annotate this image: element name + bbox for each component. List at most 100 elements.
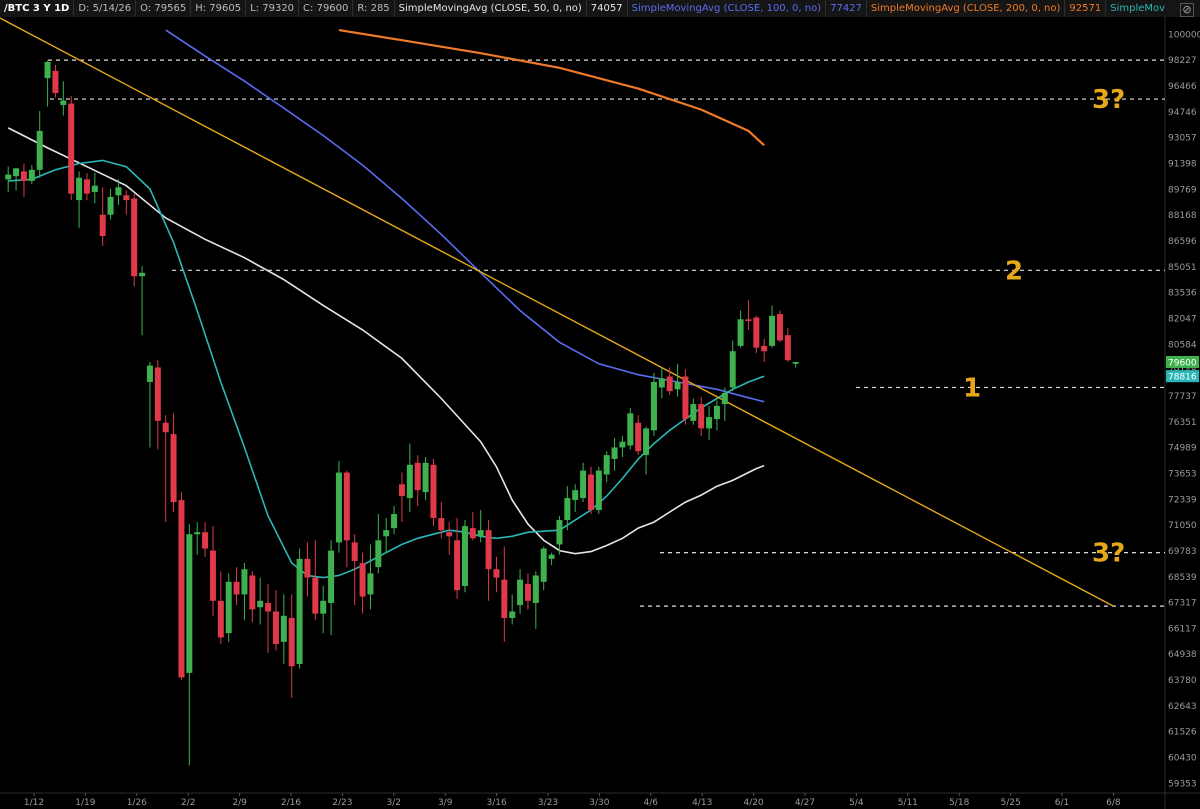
candle-body: [454, 540, 461, 591]
y-tick-label: 72339: [1168, 495, 1197, 505]
candle-body: [115, 187, 122, 196]
x-tick-label: 3/23: [538, 798, 558, 808]
candle-body: [304, 558, 311, 578]
candle-body: [343, 472, 350, 541]
candle-body: [729, 351, 736, 388]
candle-body: [524, 583, 531, 601]
candle-body: [603, 455, 610, 475]
candle-body: [713, 405, 720, 420]
candle-body: [83, 179, 90, 194]
candle-body: [13, 168, 20, 177]
x-tick-label: 1/26: [127, 798, 147, 808]
candle-body: [493, 569, 500, 578]
candle-body: [139, 272, 146, 277]
price-badge-label: 78816: [1168, 373, 1197, 383]
y-tick-label: 93057: [1168, 134, 1197, 144]
candle-body: [580, 470, 587, 499]
candle-body: [650, 381, 657, 431]
y-tick-label: 77737: [1168, 392, 1197, 402]
candle-body: [745, 319, 752, 322]
y-tick-label: 88168: [1168, 211, 1197, 221]
y-tick-label: 67317: [1168, 599, 1197, 609]
candle-body: [391, 514, 398, 529]
y-tick-label: 96466: [1168, 82, 1197, 92]
level-annotation: 1: [963, 373, 981, 403]
candle-body: [635, 422, 642, 452]
candle-body: [99, 214, 106, 237]
y-tick-label: 91398: [1168, 160, 1197, 170]
x-tick-label: 4/20: [743, 798, 763, 808]
level-annotation: 3?: [1092, 539, 1125, 569]
candle-body: [28, 169, 35, 181]
candle-body: [68, 103, 75, 194]
x-tick-label: 5/25: [1000, 798, 1020, 808]
candle-body: [375, 540, 382, 568]
level-annotation: 2: [1005, 256, 1023, 286]
candle-body: [477, 530, 484, 537]
x-tick-label: 6/1: [1055, 798, 1069, 808]
candle-body: [162, 422, 169, 433]
candle-body: [540, 548, 547, 582]
candle-body: [265, 602, 272, 612]
candle-body: [406, 464, 413, 499]
candle-body: [383, 530, 390, 537]
candle-body: [517, 579, 524, 606]
candle-body: [698, 404, 705, 429]
candle-body: [674, 381, 681, 390]
candle-body: [564, 498, 571, 521]
y-tick-label: 71050: [1168, 521, 1197, 531]
x-tick-label: 5/11: [898, 798, 918, 808]
candle-body: [272, 611, 279, 645]
candle-body: [556, 520, 563, 545]
y-tick-label: 73653: [1168, 469, 1197, 479]
x-tick-label: 2/23: [332, 798, 352, 808]
y-tick-label: 94746: [1168, 108, 1197, 118]
candle-body: [123, 195, 130, 201]
candle-body: [658, 378, 665, 388]
x-tick-label: 2/9: [232, 798, 247, 808]
candle-body: [509, 611, 516, 618]
x-tick-label: 3/30: [589, 798, 609, 808]
candle-body: [438, 518, 445, 531]
candle-body: [225, 581, 232, 634]
y-tick-label: 76351: [1168, 418, 1197, 428]
candle-body: [202, 532, 209, 549]
candle-body: [52, 70, 59, 94]
candle-body: [296, 558, 303, 664]
candle-body: [572, 490, 579, 501]
x-tick-label: 1/19: [75, 798, 95, 808]
candle-body: [257, 600, 264, 608]
y-tick-label: 62643: [1168, 702, 1197, 712]
candle-body: [170, 434, 177, 503]
y-tick-label: 86596: [1168, 237, 1197, 247]
price-badge-label: 79600: [1168, 358, 1197, 368]
y-tick-label: 59353: [1168, 779, 1197, 789]
candle-body: [76, 177, 83, 201]
candle-body: [328, 550, 335, 603]
candle-body: [485, 530, 492, 570]
x-tick-label: 5/18: [949, 798, 969, 808]
candle-body: [107, 196, 114, 215]
candle-body: [178, 500, 185, 678]
candle-body: [20, 171, 27, 181]
y-tick-label: 63780: [1168, 676, 1197, 686]
candle-body: [422, 462, 429, 493]
candle-body: [131, 198, 138, 277]
candle-body: [398, 484, 405, 497]
y-tick-label: 60430: [1168, 754, 1197, 764]
x-axis-ticks: 1/12 1/19 1/26 2/2 2/9 2/16 2/23 3/2 3/9 3/16 3/23…: [24, 793, 1121, 808]
candle-body: [430, 464, 437, 519]
x-tick-label: 3/9: [438, 798, 453, 808]
candle-body: [761, 345, 768, 352]
candle-body: [666, 376, 673, 392]
x-tick-label: 4/27: [795, 798, 815, 808]
candle-body: [721, 392, 728, 405]
candle-body: [682, 376, 689, 420]
plot-area: [0, 17, 1165, 793]
candle-body: [249, 575, 256, 610]
candle-body: [627, 413, 634, 446]
price-chart[interactable]: 100000 98227 96466 94746 93057 91398 89769 8816…: [0, 0, 1200, 809]
candle-body: [414, 462, 421, 491]
y-tick-label: 82047: [1168, 315, 1197, 325]
candle-body: [351, 542, 358, 561]
